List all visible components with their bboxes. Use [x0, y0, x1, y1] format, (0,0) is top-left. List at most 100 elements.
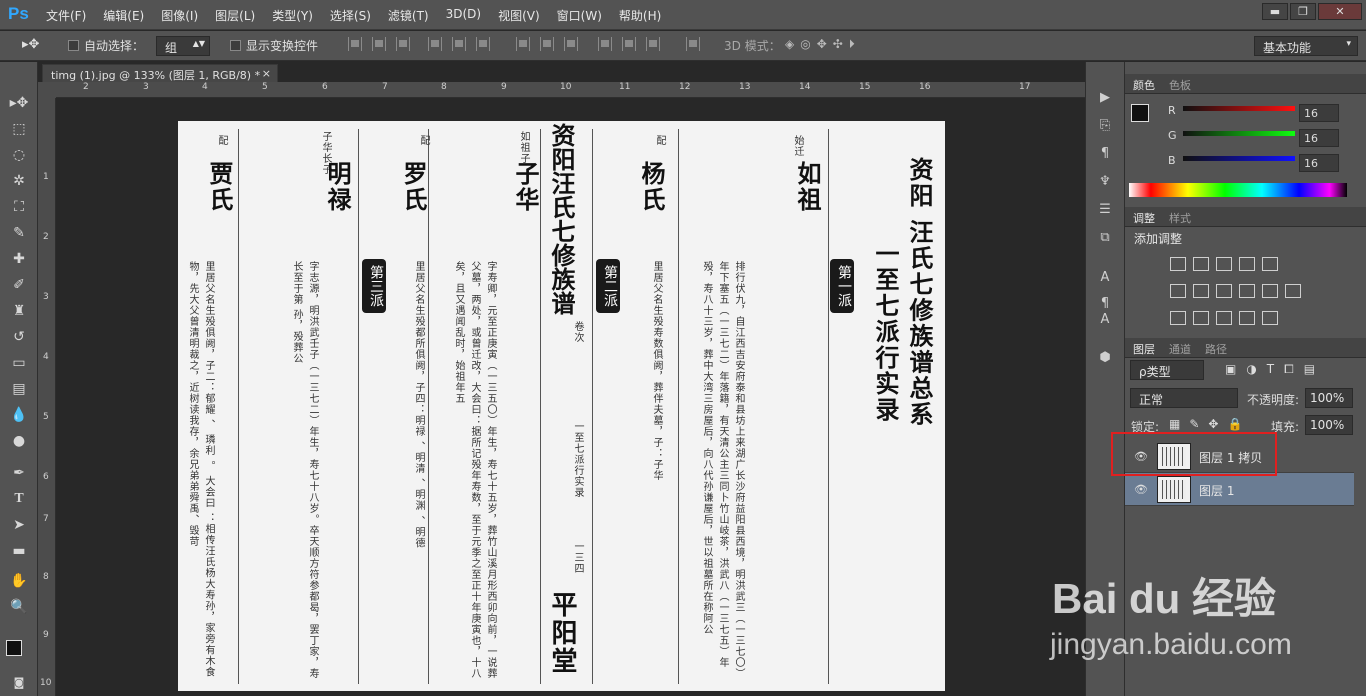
- menu-view[interactable]: 视图(V): [498, 7, 540, 24]
- green-value-input[interactable]: 16: [1299, 129, 1339, 147]
- tab-layers[interactable]: 图层: [1133, 341, 1155, 357]
- tab-color[interactable]: 颜色: [1133, 77, 1155, 93]
- align-hcenter-icon[interactable]: [452, 37, 466, 51]
- ruler-origin[interactable]: [38, 82, 56, 98]
- distribute-right-icon[interactable]: [646, 37, 660, 51]
- invert-icon[interactable]: [1170, 311, 1186, 325]
- hand-tool-icon[interactable]: ✋: [8, 570, 30, 592]
- restore-button[interactable]: ❐: [1290, 3, 1316, 20]
- color-spectrum-ramp[interactable]: [1129, 183, 1347, 197]
- minimize-button[interactable]: ▬: [1262, 3, 1288, 20]
- distribute-left-icon[interactable]: [598, 37, 612, 51]
- hue-saturation-icon[interactable]: [1170, 284, 1186, 298]
- path-select-icon[interactable]: ➤: [8, 514, 30, 536]
- brush-settings-icon[interactable]: ♆: [1096, 174, 1114, 192]
- menu-window[interactable]: 窗口(W): [557, 7, 602, 24]
- menu-select[interactable]: 选择(S): [330, 7, 371, 24]
- curves-icon[interactable]: [1216, 257, 1232, 271]
- threshold-icon[interactable]: [1216, 311, 1232, 325]
- close-tab-icon[interactable]: ×: [262, 67, 271, 80]
- exposure-icon[interactable]: [1239, 257, 1255, 271]
- paragraph-icon[interactable]: ¶: [1096, 146, 1114, 164]
- align-bottom-icon[interactable]: [396, 37, 410, 51]
- history-icon[interactable]: ⎘: [1096, 118, 1114, 136]
- close-window-button[interactable]: ✕: [1318, 3, 1362, 20]
- blue-slider[interactable]: [1183, 156, 1295, 161]
- distribute-top-icon[interactable]: [516, 37, 530, 51]
- menu-edit[interactable]: 编辑(E): [103, 7, 144, 24]
- posterize-icon[interactable]: [1193, 311, 1209, 325]
- layer-filter-dropdown[interactable]: ρ类型: [1130, 360, 1204, 380]
- levels-icon[interactable]: [1193, 257, 1209, 271]
- checkbox-box[interactable]: [230, 40, 241, 51]
- tab-paths[interactable]: 路径: [1205, 341, 1227, 357]
- blur-tool-icon[interactable]: 💧: [8, 404, 30, 426]
- gradient-map-icon[interactable]: [1262, 311, 1278, 325]
- brush-tool-icon[interactable]: ✐: [8, 274, 30, 296]
- distribute-bottom-icon[interactable]: [564, 37, 578, 51]
- foreground-color-swatch[interactable]: [6, 640, 22, 656]
- marquee-tool-icon[interactable]: ⬚: [8, 118, 30, 140]
- character-style-icon[interactable]: A: [1096, 312, 1114, 330]
- auto-select-checkbox[interactable]: 自动选择：: [68, 37, 144, 54]
- color-balance-icon[interactable]: [1193, 284, 1209, 298]
- color-lookup-icon[interactable]: [1285, 284, 1301, 298]
- layer-row-selected[interactable]: 👁 图层 1: [1125, 473, 1354, 506]
- align-left-icon[interactable]: [428, 37, 442, 51]
- character-icon[interactable]: A: [1096, 270, 1114, 288]
- menu-file[interactable]: 文件(F): [46, 7, 86, 24]
- 3d-icon[interactable]: ⬢: [1096, 350, 1114, 368]
- document-tab[interactable]: timg (1).jpg @ 133% (图层 1, RGB/8) * ×: [42, 64, 278, 83]
- blue-value-input[interactable]: 16: [1299, 154, 1339, 172]
- black-white-icon[interactable]: [1216, 284, 1232, 298]
- brightness-icon[interactable]: [1170, 257, 1186, 271]
- horizontal-ruler[interactable]: 2 3 4 5 6 7 8 9 10 11 12 13 14 15 16 17: [56, 82, 1085, 98]
- distribute-hcenter-icon[interactable]: [622, 37, 636, 51]
- blend-mode-dropdown[interactable]: 正常: [1130, 388, 1238, 408]
- align-vcenter-icon[interactable]: [372, 37, 386, 51]
- align-top-icon[interactable]: [348, 37, 362, 51]
- layer-filter-icons[interactable]: ▣◑T⧠▤: [1225, 362, 1325, 377]
- show-transform-checkbox[interactable]: 显示变换控件: [230, 37, 318, 54]
- zoom-tool-icon[interactable]: 🔍: [8, 596, 30, 618]
- selective-color-icon[interactable]: [1239, 311, 1255, 325]
- magic-wand-icon[interactable]: ✲: [8, 170, 30, 192]
- layer-name[interactable]: 图层 1: [1199, 482, 1234, 499]
- vertical-ruler[interactable]: 1 2 3 4 5 6 7 8 9 10: [38, 98, 56, 696]
- red-value-input[interactable]: 16: [1299, 104, 1339, 122]
- canvas-image[interactable]: 配 贾氏 里居父名生殁俱阙，子二：郁耀 、 璘利 。 大会曰 ：相传汪氏杨大寿孙…: [178, 121, 945, 691]
- move-tool-icon[interactable]: ▸✥: [22, 37, 39, 52]
- type-tool-icon[interactable]: T: [8, 488, 30, 510]
- menu-layer[interactable]: 图层(L): [215, 7, 255, 24]
- visibility-eye-icon[interactable]: 👁: [1134, 483, 1148, 496]
- red-slider[interactable]: [1183, 106, 1295, 111]
- menu-help[interactable]: 帮助(H): [619, 7, 661, 24]
- clone-stamp-icon[interactable]: ♜: [8, 300, 30, 322]
- healing-brush-icon[interactable]: ✚: [8, 248, 30, 270]
- checkbox-box[interactable]: [68, 40, 79, 51]
- 3d-mode-icons[interactable]: ◈◎✥✣⏵: [785, 37, 861, 52]
- green-slider[interactable]: [1183, 131, 1295, 136]
- vibrance-icon[interactable]: [1262, 257, 1278, 271]
- menu-image[interactable]: 图像(I): [161, 7, 198, 24]
- move-tool-icon[interactable]: ▸✥: [8, 92, 30, 114]
- channel-mixer-icon[interactable]: [1262, 284, 1278, 298]
- quick-mask-icon[interactable]: ◙: [8, 672, 30, 694]
- crop-tool-icon[interactable]: ⛶: [8, 196, 30, 218]
- eyedropper-icon[interactable]: ✎: [8, 222, 30, 244]
- workspace-dropdown[interactable]: 基本功能 ▾: [1254, 36, 1358, 56]
- history-brush-icon[interactable]: ↺: [8, 326, 30, 348]
- foreground-color-swatch[interactable]: [1131, 104, 1149, 122]
- fill-input[interactable]: 100%: [1305, 415, 1353, 435]
- menu-filter[interactable]: 滤镜(T): [388, 7, 429, 24]
- distribute-vcenter-icon[interactable]: [540, 37, 554, 51]
- shape-tool-icon[interactable]: ▬: [8, 540, 30, 562]
- play-icon[interactable]: ▶: [1096, 90, 1114, 108]
- menu-3d[interactable]: 3D(D): [446, 7, 481, 24]
- tab-swatches[interactable]: 色板: [1169, 77, 1191, 93]
- auto-align-icon[interactable]: [686, 37, 700, 51]
- tool-presets-icon[interactable]: ☰: [1096, 202, 1114, 220]
- eraser-icon[interactable]: ▭: [8, 352, 30, 374]
- align-right-icon[interactable]: [476, 37, 490, 51]
- lock-icons[interactable]: ▦✎✥🔒: [1169, 417, 1251, 431]
